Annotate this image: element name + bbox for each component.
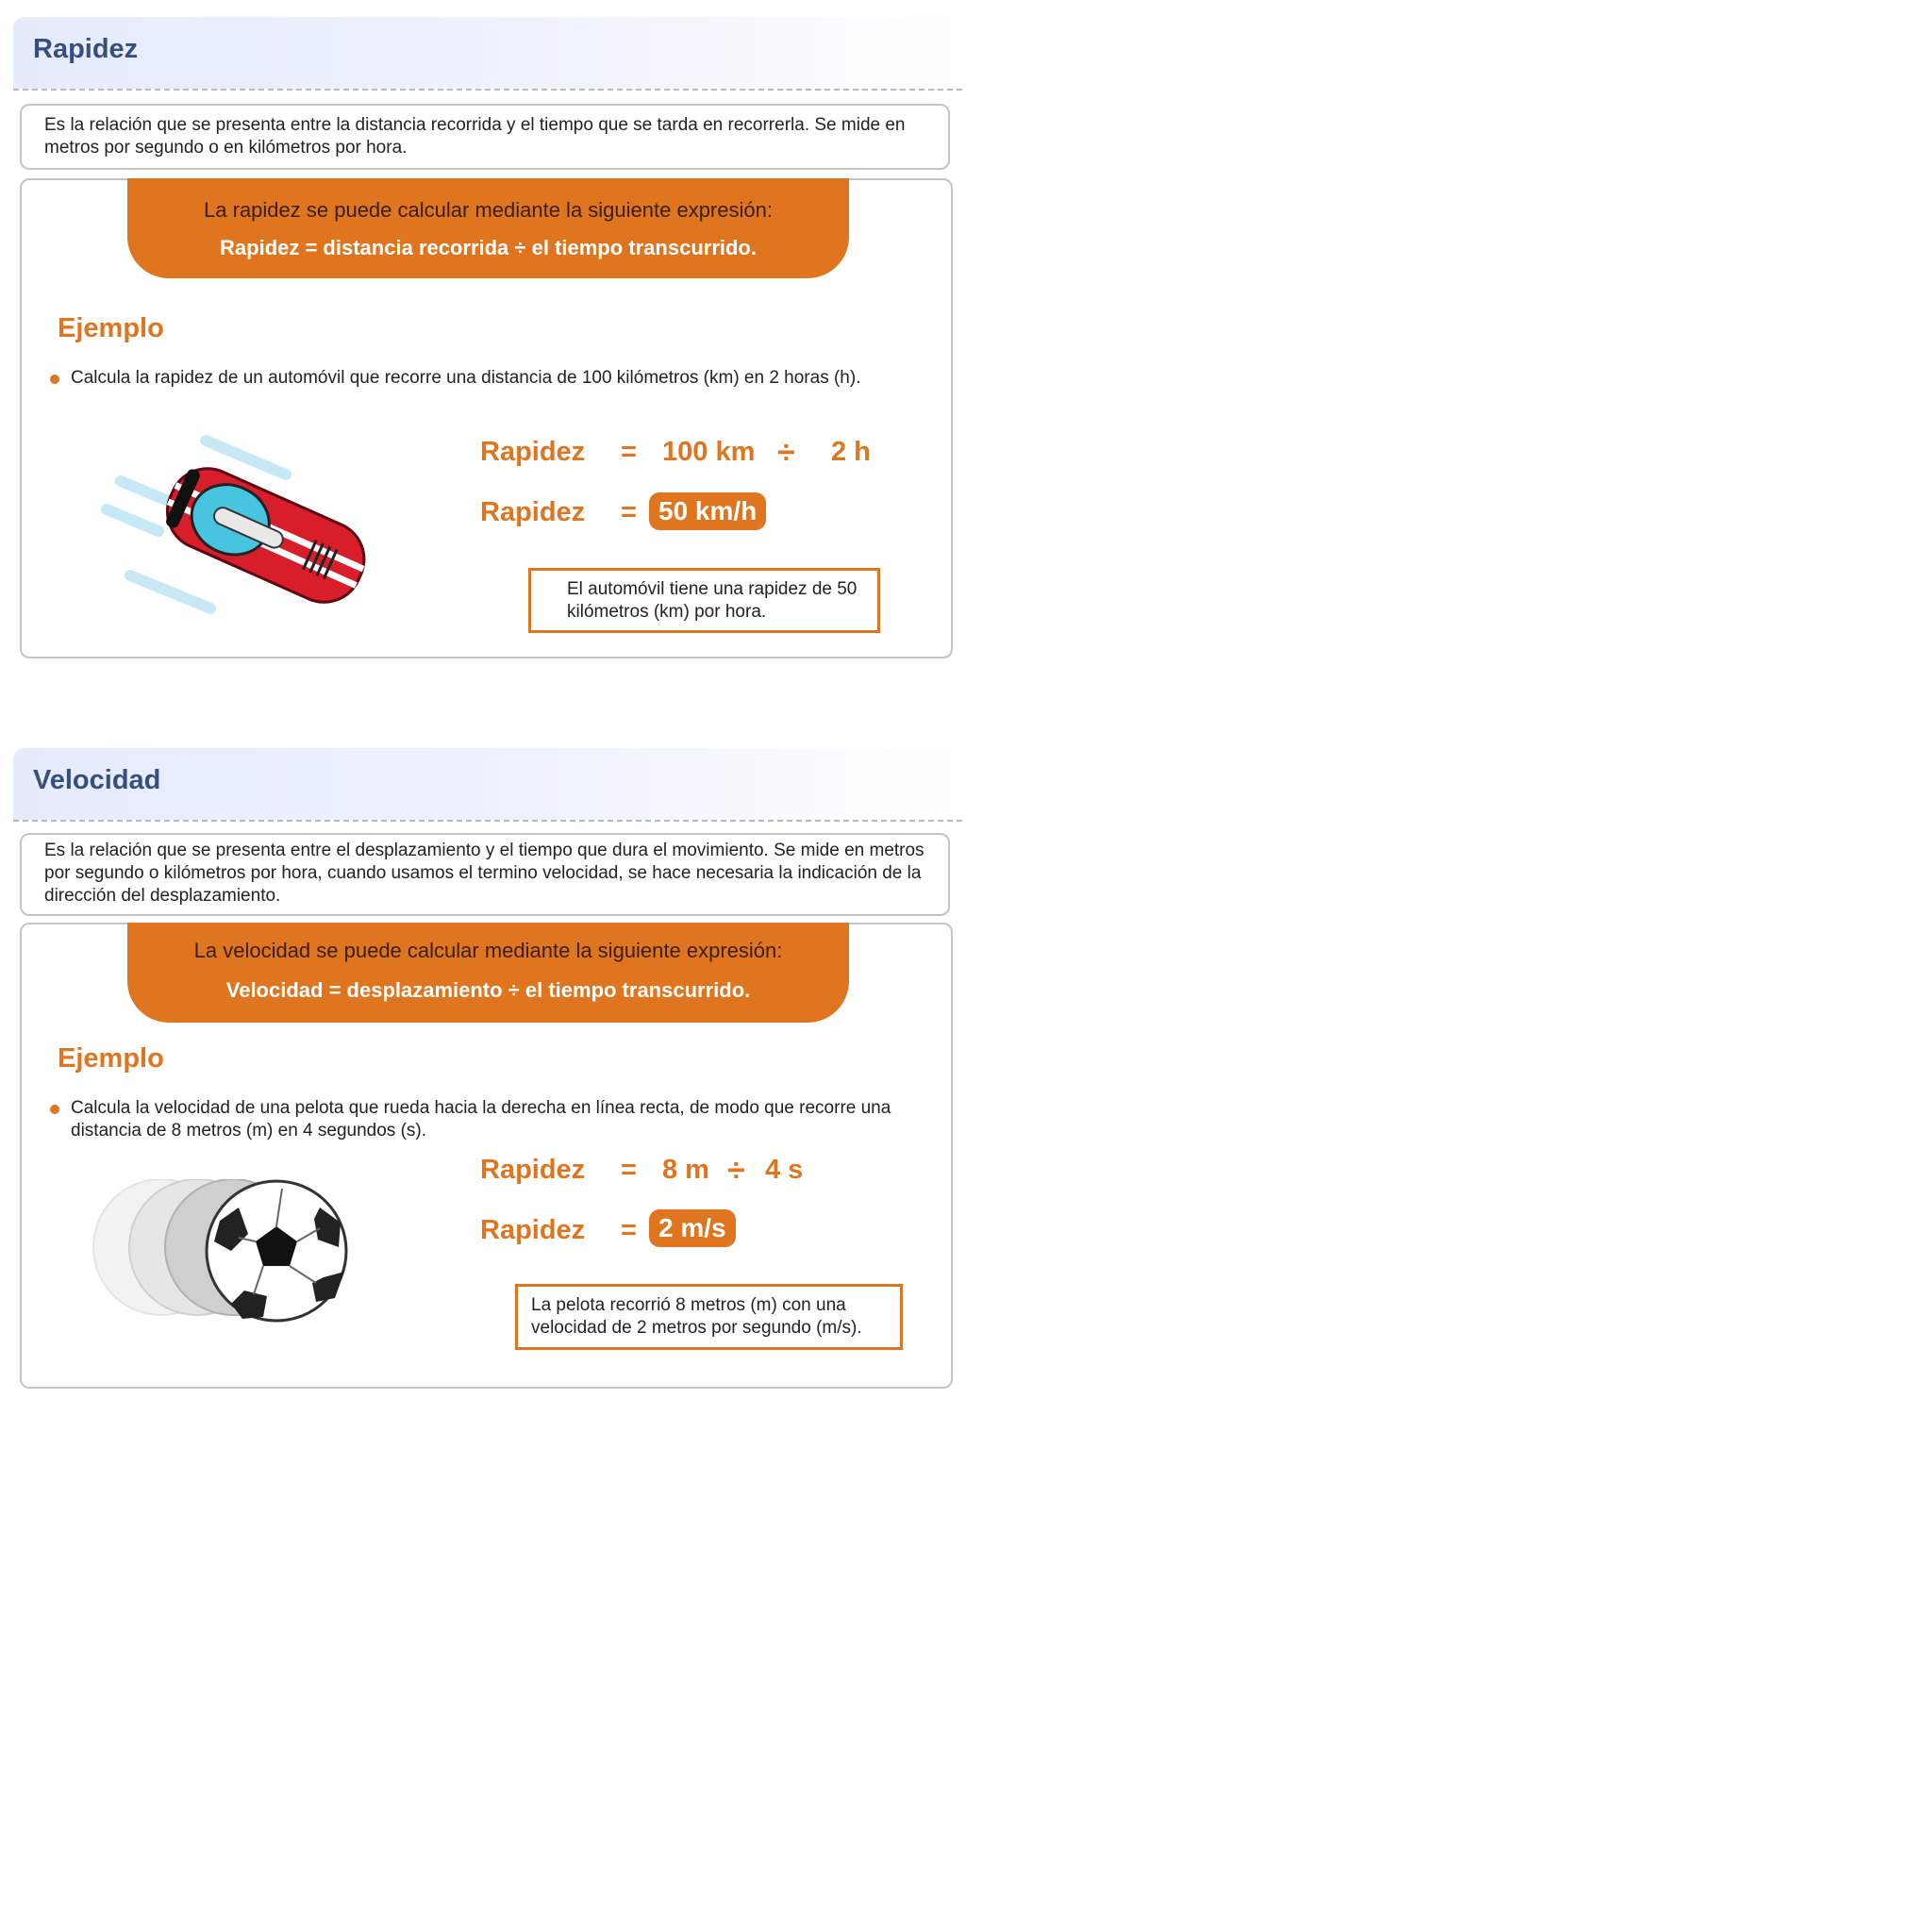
formula-banner: La rapidez se puede calcular mediante la… — [127, 178, 849, 278]
example-panel: La rapidez se puede calcular mediante la… — [20, 178, 953, 658]
definition-text: Es la relación que se presenta entre la … — [44, 115, 906, 158]
formula-banner: La velocidad se puede calcular mediante … — [127, 923, 849, 1023]
section-title: Rapidez — [33, 34, 139, 64]
eq1-equals: = — [621, 437, 637, 467]
result-text: El automóvil tiene una rapidez de 50 kil… — [567, 579, 858, 622]
car-body — [165, 467, 366, 604]
formula-intro: La rapidez se puede calcular mediante la… — [204, 198, 773, 222]
eq2-label: Rapidez — [480, 1215, 586, 1245]
example-text: Calcula la rapidez de un automóvil que r… — [71, 368, 861, 388]
result-pill: 50 km/h — [649, 492, 767, 530]
bullet-icon — [50, 1105, 59, 1114]
section-velocidad: Velocidad Es la relación que se presenta… — [13, 748, 962, 1390]
example-bullet: Calcula la velocidad de una pelota que r… — [50, 1097, 918, 1142]
formula-expression: Velocidad = desplazamiento ÷ el tiempo t… — [225, 978, 751, 1002]
bullet-icon — [50, 375, 59, 384]
section-title-bar: Velocidad — [13, 748, 962, 820]
eq1-equals: = — [621, 1155, 637, 1185]
divide-icon: ÷ — [777, 435, 795, 471]
eq2-label: Rapidez — [480, 497, 586, 527]
result-box: La pelota recorrió 8 metros (m) con una … — [515, 1284, 903, 1350]
soccer-ball-illustration — [92, 1179, 348, 1323]
eq2-equals: = — [621, 497, 637, 527]
eq1-label: Rapidez — [480, 437, 586, 467]
example-panel: La velocidad se puede calcular mediante … — [20, 923, 953, 1389]
formula-intro: La velocidad se puede calcular mediante … — [193, 939, 783, 962]
section-rapidez: Rapidez Es la relación que se presenta e… — [13, 17, 962, 658]
eq1-time: 4 s — [765, 1155, 804, 1185]
soccer-ball — [205, 1179, 348, 1323]
eq1-distance: 8 m — [662, 1155, 709, 1185]
dashed-divider — [13, 89, 962, 91]
example-text: Calcula la velocidad de una pelota que r… — [71, 1098, 891, 1141]
result-pill: 2 m/s — [649, 1209, 736, 1247]
definition-text: Es la relación que se presenta entre el … — [44, 841, 924, 906]
red-car-illustration — [101, 435, 366, 614]
example-bullet: Calcula la rapidez de un automóvil que r… — [50, 367, 918, 390]
formula-expression: Rapidez = distancia recorrida ÷ el tiemp… — [220, 236, 757, 259]
eq1-label: Rapidez — [480, 1155, 586, 1185]
example-heading: Ejemplo — [58, 313, 164, 343]
dashed-divider — [13, 820, 962, 822]
result-text: La pelota recorrió 8 metros (m) con una … — [531, 1295, 862, 1338]
section-title-bar: Rapidez — [13, 17, 962, 89]
eq2-equals: = — [621, 1215, 637, 1245]
definition-box: Es la relación que se presenta entre la … — [20, 104, 950, 170]
example-heading: Ejemplo — [58, 1043, 164, 1074]
eq1-distance: 100 km — [662, 437, 756, 467]
divide-icon: ÷ — [727, 1153, 745, 1189]
section-title: Velocidad — [33, 765, 161, 795]
eq1-time: 2 h — [831, 437, 871, 467]
definition-box: Es la relación que se presenta entre el … — [20, 833, 950, 916]
result-box: El automóvil tiene una rapidez de 50 kil… — [528, 568, 880, 633]
